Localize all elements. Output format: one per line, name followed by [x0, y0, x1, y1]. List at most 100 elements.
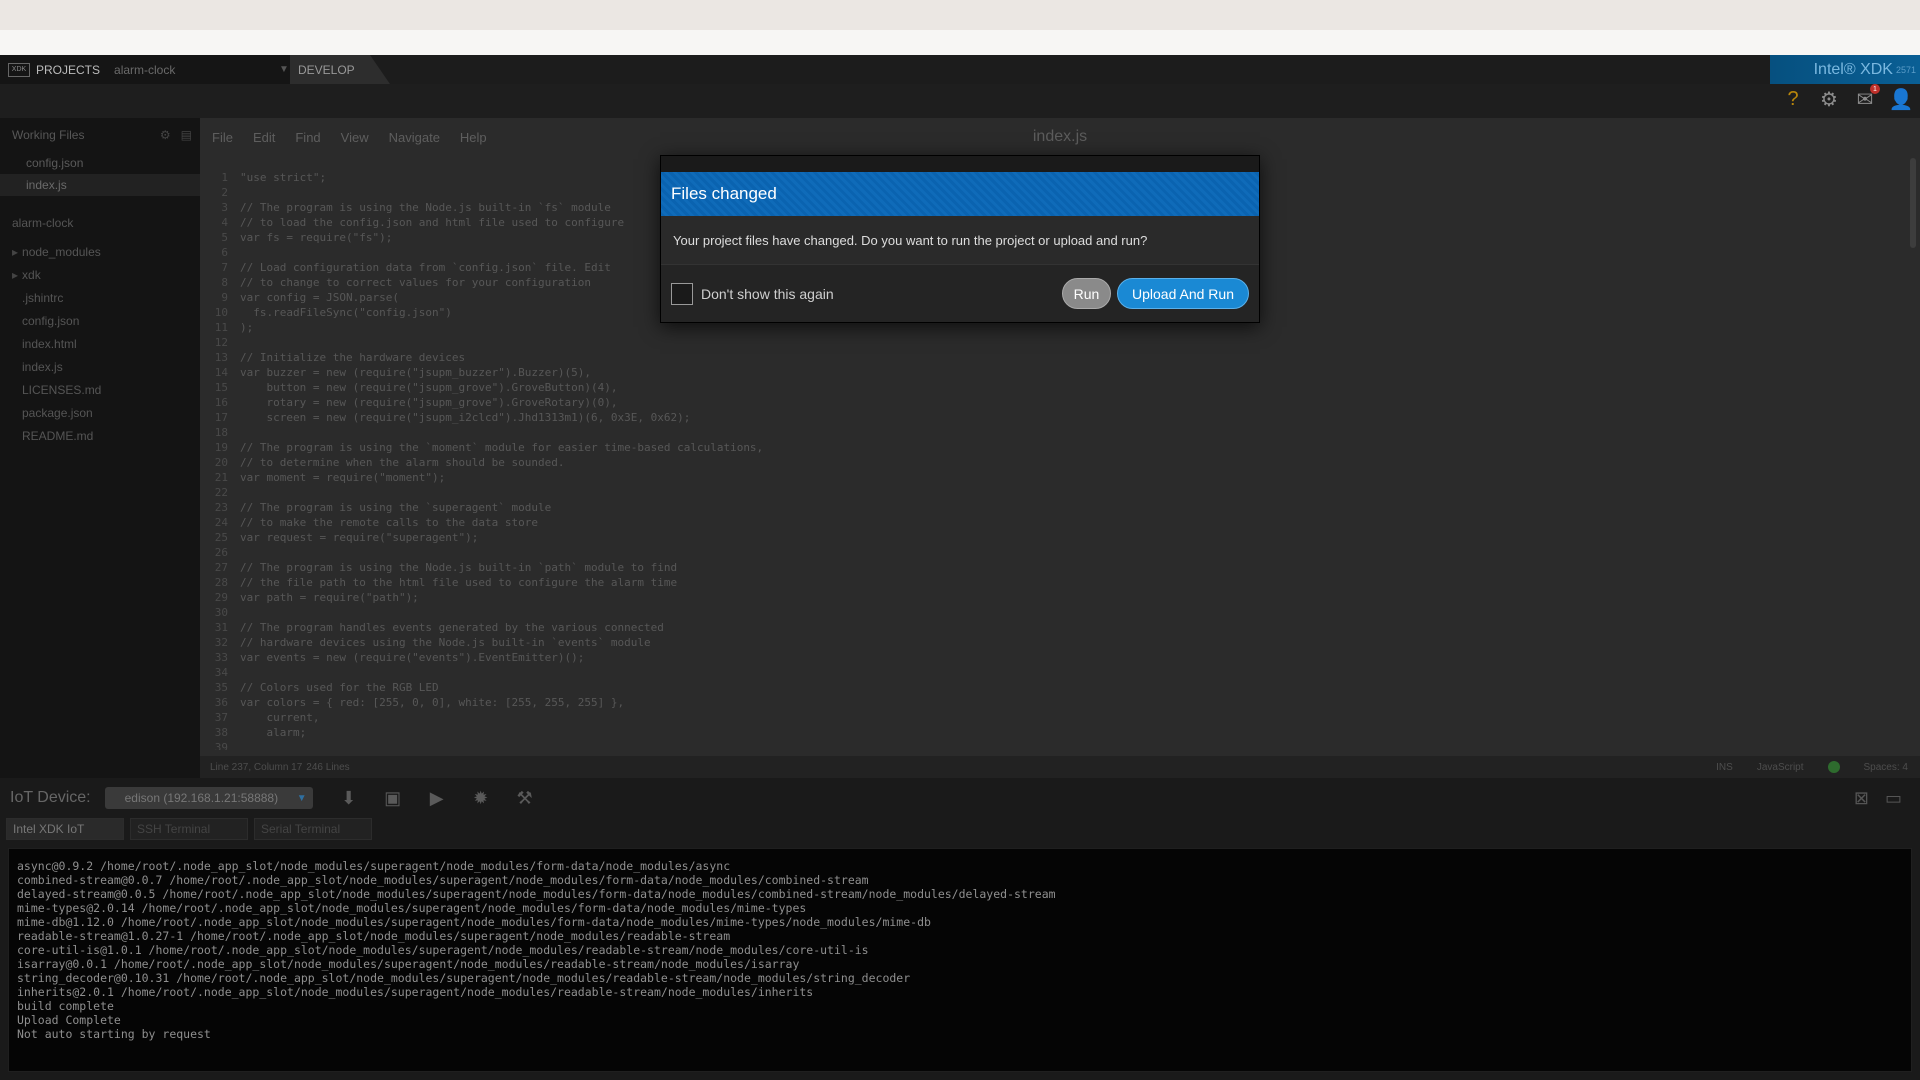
- line-number: 15: [214, 381, 228, 394]
- gear-icon[interactable]: ⚙: [1818, 88, 1840, 111]
- menu-view[interactable]: View: [341, 130, 369, 145]
- line-text: alarm;: [240, 726, 307, 739]
- tree-file[interactable]: index.js: [0, 355, 200, 378]
- language-selector[interactable]: JavaScript: [1757, 762, 1804, 773]
- line-text: // The program is using the Node.js buil…: [240, 201, 611, 214]
- terminal-tabs: Intel XDK IoT SSH Terminal Serial Termin…: [0, 818, 1920, 840]
- dialog-footer: Don't show this again Run Upload And Run: [661, 264, 1259, 322]
- line-text: );: [240, 321, 254, 334]
- line-text: "use strict";: [240, 171, 327, 184]
- projects-tab[interactable]: XDK PROJECTS alarm-clock ▼: [0, 55, 290, 84]
- dialog-title: Files changed: [661, 172, 1259, 216]
- line-number: 24: [214, 516, 228, 529]
- line-number: 32: [214, 636, 228, 649]
- settings-icon[interactable]: ⚙: [160, 128, 171, 142]
- browser-top-strip: [0, 0, 1920, 30]
- line-number: 2: [221, 186, 228, 199]
- line-number: 36: [214, 696, 228, 709]
- tree-file[interactable]: LICENSES.md: [0, 378, 200, 401]
- line-number: 30: [214, 606, 228, 619]
- tree-file[interactable]: package.json: [0, 401, 200, 424]
- working-file-item[interactable]: config.json: [0, 152, 200, 174]
- working-file-item[interactable]: index.js: [0, 174, 200, 196]
- code-line: 29 var path = require("path");: [200, 590, 1900, 605]
- line-text: // to make the remote calls to the data …: [240, 516, 539, 529]
- menu-help[interactable]: Help: [460, 130, 487, 145]
- tab-develop[interactable]: DEVELOP: [290, 55, 390, 84]
- manage-daemon-icon[interactable]: ⚒: [513, 788, 537, 809]
- tree-file[interactable]: .jshintrc: [0, 286, 200, 309]
- terminal-output[interactable]: async@0.9.2 /home/root/.node_app_slot/no…: [8, 848, 1912, 1072]
- tree-file[interactable]: config.json: [0, 309, 200, 332]
- tree-file[interactable]: README.md: [0, 424, 200, 447]
- toggle-panel-icon[interactable]: ▭: [1885, 788, 1902, 809]
- tab-xdk-iot[interactable]: Intel XDK IoT: [6, 818, 124, 840]
- editor-scrollbar[interactable]: [1910, 158, 1916, 248]
- line-text: var request = require("superagent");: [240, 531, 479, 544]
- help-icon[interactable]: ?: [1782, 88, 1804, 110]
- chevron-down-icon[interactable]: ▼: [279, 64, 289, 75]
- menu-navigate[interactable]: Navigate: [389, 130, 440, 145]
- code-line: 19 // The program is using the `moment` m…: [200, 440, 1900, 455]
- line-number: 39: [214, 741, 228, 750]
- menu-find[interactable]: Find: [295, 130, 320, 145]
- line-number: 38: [214, 726, 228, 739]
- line-text: button = new (require("jsupm_grove").Gro…: [240, 381, 618, 394]
- line-number: 21: [214, 471, 228, 484]
- dont-show-again-label[interactable]: Don't show this again: [701, 286, 834, 302]
- line-text: // the file path to the html file used t…: [240, 576, 678, 589]
- line-number: 37: [214, 711, 228, 724]
- tree-folder[interactable]: xdk: [0, 263, 200, 286]
- files-changed-dialog: Files changed Your project files have ch…: [660, 155, 1260, 323]
- iot-device-label: IoT Device:: [10, 789, 91, 806]
- code-line: 16 rotary = new (require("jsupm_grove").…: [200, 395, 1900, 410]
- tree-file[interactable]: index.html: [0, 332, 200, 355]
- code-line: 12: [200, 335, 1900, 350]
- line-text: screen = new (require("jsupm_i2clcd").Jh…: [240, 411, 691, 424]
- user-icon[interactable]: 👤: [1889, 88, 1914, 111]
- code-line: 39: [200, 740, 1900, 750]
- tab-serial-terminal[interactable]: Serial Terminal: [254, 818, 372, 840]
- code-line: 21 var moment = require("moment");: [200, 470, 1900, 485]
- line-text: current,: [240, 711, 320, 724]
- line-number: 20: [214, 456, 228, 469]
- upload-and-run-button[interactable]: Upload And Run: [1117, 278, 1249, 309]
- line-number: 33: [214, 651, 228, 664]
- code-line: 25 var request = require("superagent");: [200, 530, 1900, 545]
- project-selector[interactable]: alarm-clock: [114, 63, 279, 77]
- browser-strip: [0, 30, 1920, 55]
- project-root-label[interactable]: alarm-clock: [0, 212, 200, 234]
- tree-folder[interactable]: node_modules: [0, 240, 200, 263]
- upload-icon[interactable]: ⬇: [337, 788, 361, 809]
- editor-menubar: File Edit Find View Navigate Help: [200, 118, 1920, 156]
- top-toolbar: ? ⚙ ✉ 1 👤: [0, 84, 1920, 118]
- dont-show-again-checkbox[interactable]: [671, 282, 693, 305]
- stop-icon[interactable]: ▣: [381, 788, 405, 809]
- debug-icon[interactable]: ✹: [469, 788, 493, 809]
- code-line: 14 var buzzer = new (require("jsupm_buzze…: [200, 365, 1900, 380]
- split-view-icon[interactable]: ▤: [181, 128, 192, 142]
- line-number: 12: [214, 336, 228, 349]
- code-line: 30: [200, 605, 1900, 620]
- code-line: 26: [200, 545, 1900, 560]
- clear-console-icon[interactable]: ⊠: [1854, 788, 1869, 809]
- device-select[interactable]: edison (192.168.1.21:58888): [104, 787, 313, 809]
- terminal-line: inherits@2.0.1 /home/root/.node_app_slot…: [17, 985, 814, 999]
- insert-mode[interactable]: INS: [1716, 762, 1733, 773]
- menu-file[interactable]: File: [212, 130, 233, 145]
- line-text: // Load configuration data from `config.…: [240, 261, 611, 274]
- indent-setting[interactable]: Spaces: 4: [1864, 762, 1908, 773]
- line-number: 11: [214, 321, 228, 334]
- terminal-line: string_decoder@0.10.31 /home/root/.node_…: [17, 971, 911, 985]
- line-number: 1: [221, 171, 228, 184]
- terminal-line: combined-stream@0.0.7 /home/root/.node_a…: [17, 873, 869, 887]
- build-run-icon[interactable]: ▶: [425, 788, 449, 809]
- working-files-header: Working Files ⚙ ▤: [0, 118, 200, 152]
- menu-edit[interactable]: Edit: [253, 130, 275, 145]
- run-button[interactable]: Run: [1062, 278, 1111, 309]
- terminal-line: readable-stream@1.0.27-1 /home/root/.nod…: [17, 929, 731, 943]
- terminal-line: Not auto starting by request: [17, 1027, 211, 1041]
- code-line: 15 button = new (require("jsupm_grove").…: [200, 380, 1900, 395]
- tab-ssh-terminal[interactable]: SSH Terminal: [130, 818, 248, 840]
- notifications-icon[interactable]: ✉ 1: [1854, 84, 1880, 111]
